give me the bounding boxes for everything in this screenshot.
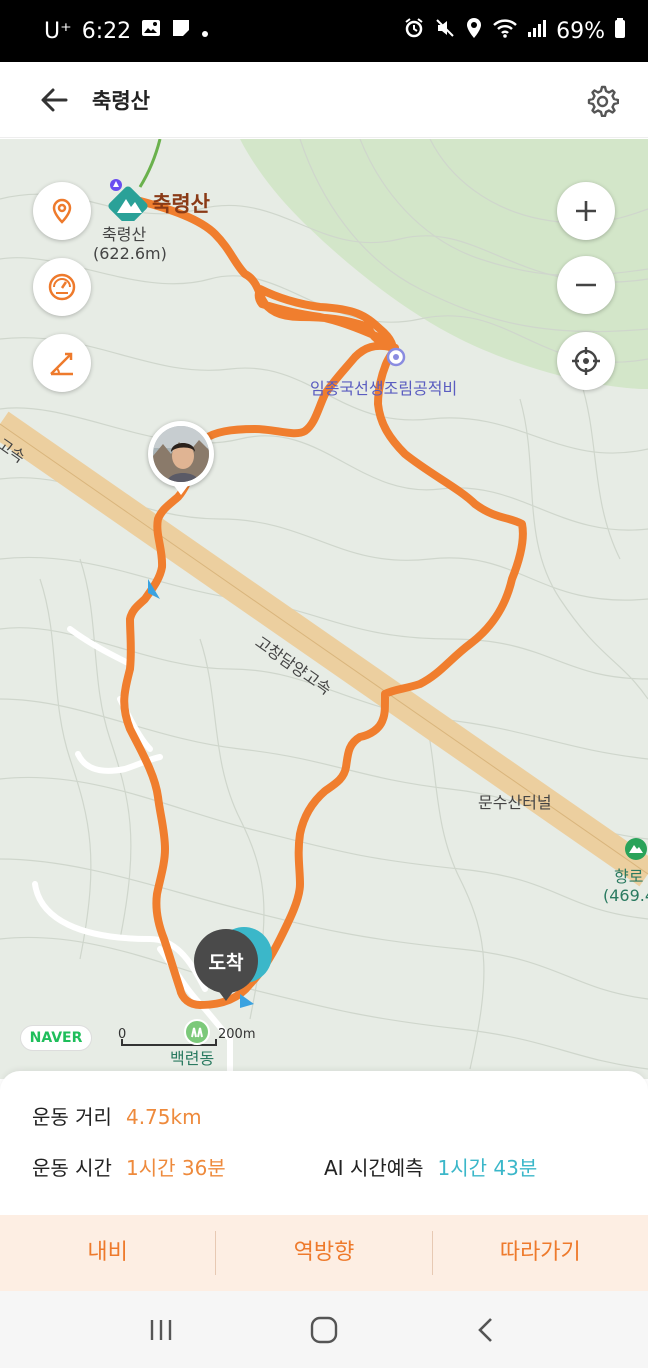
gallery-icon: [141, 18, 161, 44]
distance-label: 운동 거리: [32, 1105, 112, 1129]
recent-apps-icon[interactable]: [147, 1316, 175, 1344]
scale-value: 200m: [218, 1027, 256, 1042]
tunnel-label: 문수산터널: [478, 793, 552, 812]
user-location-marker[interactable]: [148, 421, 214, 487]
back-nav-icon[interactable]: [473, 1316, 501, 1344]
status-bar: U⁺ 6:22 69%: [0, 0, 648, 62]
battery-icon: [614, 17, 626, 45]
peak2-name: 향로: [614, 867, 644, 886]
home-icon[interactable]: [309, 1315, 339, 1345]
follow-button[interactable]: 따라가기: [433, 1231, 648, 1275]
route-stats-panel: 운동 거리 4.75km 운동 시간 1시간 36분 AI 시간예측 1시간 43분: [0, 1071, 648, 1217]
gear-icon: [587, 85, 619, 117]
naver-logo: NAVER: [20, 1025, 92, 1051]
ai-time-stat: AI 시간예측 1시간 43분: [324, 1152, 537, 1181]
page-title: 축령산: [92, 88, 150, 113]
arrival-marker[interactable]: 도착: [194, 929, 258, 993]
alarm-icon: [403, 17, 425, 45]
monument-marker-icon[interactable]: [386, 347, 406, 367]
ai-time-value: 1시간 43분: [437, 1156, 538, 1180]
navi-button[interactable]: 내비: [0, 1231, 215, 1275]
speed-button[interactable]: [33, 258, 91, 316]
plus-icon: [576, 201, 596, 221]
slope-icon: [50, 352, 73, 376]
battery-label: 69%: [556, 18, 605, 44]
village-label: 백련동: [170, 1049, 215, 1068]
peak-marker-icon[interactable]: [108, 177, 152, 221]
marker-pointer: [172, 483, 190, 495]
distance-value: 4.75km: [125, 1105, 202, 1129]
zoom-out-button[interactable]: [557, 256, 615, 314]
system-nav-bar: [0, 1291, 648, 1368]
peak2-elevation: (469.4: [603, 886, 648, 905]
trail-map[interactable]: 축령산 축령산 (622.6m) 임종국선생조림공적비 고창담양고속 고속 문수…: [0, 139, 648, 1079]
village-marker-icon[interactable]: [184, 1019, 210, 1045]
my-location-button[interactable]: [557, 332, 615, 390]
scale-zero: 0: [118, 1027, 127, 1042]
peak-name: 축령산: [102, 225, 147, 244]
location-pin-icon: [52, 198, 72, 224]
monument-label: 임종국선생조림공적비: [310, 379, 458, 398]
location-icon: [465, 17, 483, 45]
time-label: 운동 시간: [32, 1156, 112, 1180]
action-bar: 내비 역방향 따라가기: [0, 1215, 648, 1291]
time-label: 6:22: [81, 18, 132, 44]
time-stat: 운동 시간 1시간 36분: [32, 1152, 226, 1181]
wifi-icon: [492, 17, 518, 45]
arrow-left-icon: [41, 88, 68, 111]
carrier-label: U⁺: [44, 18, 72, 44]
mountain-marker-icon[interactable]: [624, 837, 648, 861]
crosshair-icon: [572, 347, 600, 375]
settings-button[interactable]: [580, 78, 624, 122]
reverse-button[interactable]: 역방향: [216, 1231, 431, 1275]
back-button[interactable]: [28, 74, 80, 126]
note-icon: [171, 18, 191, 44]
elevation-button[interactable]: [33, 334, 91, 392]
peak-name-large: 축령산: [152, 192, 210, 216]
app-header: 축령산: [0, 62, 648, 138]
arrival-pointer: [217, 989, 235, 1001]
speedometer-icon: [48, 273, 76, 301]
avatar: [153, 426, 209, 482]
peak-elevation: (622.6m): [93, 244, 167, 263]
ai-time-label: AI 시간예측: [324, 1156, 424, 1180]
minus-icon: [576, 283, 596, 287]
zoom-in-button[interactable]: [557, 182, 615, 240]
time-value: 1시간 36분: [125, 1156, 226, 1180]
map-background: [0, 139, 648, 1079]
distance-stat: 운동 거리 4.75km: [32, 1101, 202, 1130]
signal-icon: [527, 17, 547, 45]
location-pin-button[interactable]: [33, 182, 91, 240]
dot-icon: [201, 19, 209, 44]
mute-icon: [434, 17, 456, 45]
